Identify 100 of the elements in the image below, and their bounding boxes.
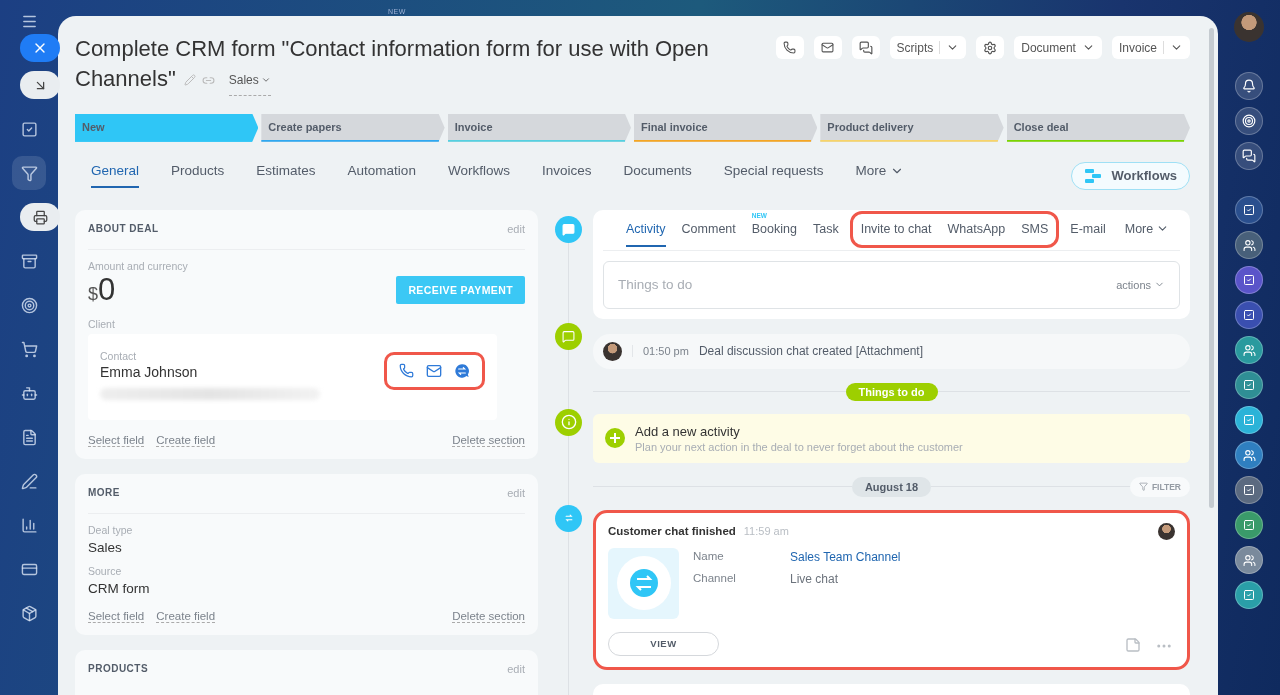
- composer-tab[interactable]: SMS: [1021, 212, 1049, 248]
- composer-tab[interactable]: Task: [812, 212, 839, 248]
- document-icon[interactable]: [20, 428, 38, 446]
- page-title: Complete CRM form "Contact information form for use with Open Channels" Sales: [75, 34, 725, 96]
- box-icon[interactable]: [20, 604, 38, 622]
- card-title: Customer chat finished: [608, 525, 736, 538]
- add-activity-item[interactable]: Add a new activity Plan your next action in the deal to never forget about the customer: [593, 413, 1190, 463]
- field-link[interactable]: Create field: [156, 609, 216, 623]
- field-link[interactable]: Create field: [156, 433, 216, 447]
- notification-button[interactable]: [1235, 72, 1263, 100]
- chat-avatar[interactable]: [1235, 476, 1263, 504]
- tab[interactable]: Invoices: [541, 163, 592, 189]
- settings-icon[interactable]: [983, 40, 998, 55]
- composer-tab[interactable]: Comment: [681, 212, 736, 248]
- chat-icon[interactable]: [454, 362, 470, 379]
- add-activity-hint: Plan your next action in the deal to never forget about the customer: [635, 440, 963, 453]
- tab[interactable]: Documents: [623, 163, 692, 189]
- chat-avatar[interactable]: [1235, 231, 1263, 259]
- chat-avatar[interactable]: [1235, 336, 1263, 364]
- actions-dropdown[interactable]: actions: [1116, 278, 1165, 291]
- delete-section-link[interactable]: Delete section: [452, 433, 525, 447]
- tab[interactable]: Estimates: [256, 163, 316, 189]
- chat-icon[interactable]: [1242, 149, 1256, 163]
- pen-icon[interactable]: [20, 472, 38, 490]
- printer-icon[interactable]: [32, 209, 48, 225]
- field-label: Source: [88, 564, 123, 577]
- users-icon[interactable]: [1242, 238, 1256, 252]
- tab[interactable]: Special requests: [723, 163, 824, 189]
- comment-icon: [562, 329, 575, 343]
- field-link[interactable]: Select field: [88, 433, 145, 447]
- workflows-button[interactable]: Workflows: [1070, 161, 1190, 190]
- chat-avatar[interactable]: [1235, 581, 1263, 609]
- comment-icon: [562, 222, 575, 236]
- chat-button[interactable]: [851, 36, 880, 59]
- phone-button[interactable]: [775, 36, 804, 59]
- stage-step[interactable]: Product delivery: [820, 113, 1004, 142]
- field-label: Deal type: [88, 523, 134, 536]
- activity-input[interactable]: Things to do actions: [603, 260, 1180, 309]
- phone-icon[interactable]: [783, 41, 797, 54]
- card-time: 11:59 am: [743, 525, 789, 538]
- pipeline-select[interactable]: Sales: [228, 64, 271, 96]
- minimize-button[interactable]: [20, 71, 60, 99]
- chat-avatar[interactable]: [1235, 301, 1263, 329]
- more-tab[interactable]: More: [855, 163, 905, 189]
- scripts-button[interactable]: Scripts: [889, 36, 967, 59]
- phone-icon[interactable]: [399, 362, 414, 378]
- mail-icon[interactable]: [426, 362, 442, 379]
- archive-icon[interactable]: [20, 252, 38, 270]
- invoice-button[interactable]: Invoice: [1111, 36, 1190, 59]
- field-value: Live chat: [790, 571, 840, 586]
- composer-tab[interactable]: Activity: [626, 212, 666, 248]
- mail-button[interactable]: [813, 36, 842, 59]
- item-time: 01:50 pm: [632, 345, 689, 358]
- bar-chart-icon[interactable]: [20, 516, 38, 534]
- stage-step[interactable]: Create papers: [261, 113, 445, 142]
- chat-avatar[interactable]: [1235, 406, 1263, 434]
- tab[interactable]: General: [91, 163, 140, 189]
- checkbox-icon[interactable]: [20, 120, 38, 138]
- active-sidebar-item[interactable]: [12, 156, 46, 190]
- avatar: [1158, 522, 1175, 540]
- close-button[interactable]: [20, 34, 60, 62]
- stage-step[interactable]: Invoice: [447, 113, 631, 142]
- print-button[interactable]: [20, 203, 60, 231]
- stage-step[interactable]: Final invoice: [634, 113, 818, 142]
- cart-icon[interactable]: [20, 340, 38, 358]
- stage-step[interactable]: Close deal: [1006, 113, 1190, 142]
- bell-icon[interactable]: [1242, 79, 1256, 93]
- chat-avatar[interactable]: [1235, 371, 1263, 399]
- chat-icon[interactable]: [858, 40, 873, 55]
- composer-tab[interactable]: Invite to chat: [860, 212, 932, 248]
- chat-avatar[interactable]: [1235, 196, 1263, 224]
- mail-icon[interactable]: [821, 41, 835, 54]
- chat-button[interactable]: [1235, 142, 1263, 170]
- chat-avatar[interactable]: [1235, 511, 1263, 539]
- chat-avatar[interactable]: [1235, 266, 1263, 294]
- users-icon[interactable]: [1242, 448, 1256, 462]
- composer-tab[interactable]: WhatsApp: [947, 212, 1006, 248]
- target-icon[interactable]: [20, 296, 38, 314]
- scrollbar[interactable]: [1209, 28, 1214, 508]
- view-button[interactable]: VIEW: [608, 631, 719, 656]
- avatar[interactable]: [1234, 12, 1264, 42]
- composer-tab[interactable]: E-mail: [1070, 212, 1106, 248]
- field-link[interactable]: Select field: [88, 609, 145, 623]
- tab[interactable]: Automation: [347, 163, 416, 189]
- delete-section-link[interactable]: Delete section: [452, 609, 525, 623]
- amount-value: $0: [88, 271, 116, 308]
- stage-step[interactable]: New: [75, 113, 259, 142]
- target-button[interactable]: [1235, 107, 1263, 135]
- field-value: Sales: [88, 539, 123, 555]
- tab[interactable]: Workflows: [447, 163, 510, 189]
- chat-avatar[interactable]: [1235, 546, 1263, 574]
- channel-link[interactable]: Sales Team Channel: [790, 549, 901, 564]
- contact-name[interactable]: Emma Johnson: [100, 363, 320, 380]
- more-tab[interactable]: More: [1124, 212, 1170, 248]
- tab[interactable]: Products: [171, 163, 225, 189]
- chat-avatar[interactable]: [1235, 441, 1263, 469]
- section-divider-label: Things to do: [845, 382, 938, 401]
- settings-button[interactable]: [976, 36, 1005, 59]
- robot-icon[interactable]: [20, 384, 38, 402]
- document-button[interactable]: Document: [1014, 36, 1102, 59]
